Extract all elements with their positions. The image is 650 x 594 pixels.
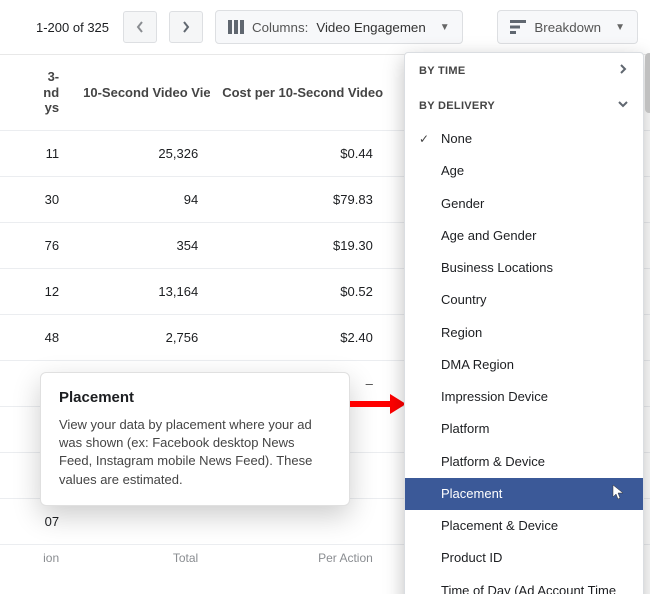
columns-dropdown-button[interactable]: Columns: Video Engagemen ▼ xyxy=(215,10,463,44)
dropdown-item[interactable]: ✓ None xyxy=(405,123,643,155)
table-cell: 30 xyxy=(0,176,71,222)
dropdown-item[interactable]: Platform & Device xyxy=(405,446,643,478)
pagination-range: 1-200 of 325 xyxy=(12,20,109,35)
breakdown-label: Breakdown xyxy=(534,20,601,35)
dropdown-item-label: Age xyxy=(441,163,464,179)
dropdown-item[interactable]: Placement & Device xyxy=(405,510,643,542)
dropdown-section-title: BY DELIVERY xyxy=(419,100,495,112)
columns-label: Columns: xyxy=(252,20,308,35)
table-cell: 25,326 xyxy=(71,130,210,176)
column-header[interactable]: Cost per 10-Second Video View xyxy=(210,55,385,130)
chevron-right-icon xyxy=(182,21,190,33)
caret-down-icon: ▼ xyxy=(615,22,625,33)
dropdown-item[interactable]: Placement xyxy=(405,478,643,510)
dropdown-item-label: Impression Device xyxy=(441,389,548,405)
dropdown-item-label: Region xyxy=(441,325,482,341)
breakdown-dropdown-button[interactable]: Breakdown ▼ xyxy=(497,10,638,44)
table-cell: 76 xyxy=(0,222,71,268)
table-cell: 354 xyxy=(71,222,210,268)
dropdown-item-label: Placement & Device xyxy=(441,518,558,534)
dropdown-item[interactable]: Age and Gender xyxy=(405,220,643,252)
breakdown-icon xyxy=(510,20,526,34)
table-footer-cell: Per Action xyxy=(210,544,385,579)
table-cell: $79.83 xyxy=(210,176,385,222)
dropdown-item[interactable]: Impression Device xyxy=(405,381,643,413)
dropdown-item-label: Country xyxy=(441,292,487,308)
cursor-icon xyxy=(611,484,625,504)
table-cell: $2.40 xyxy=(210,314,385,360)
table-cell: $19.30 xyxy=(210,222,385,268)
table-cell: 48 xyxy=(0,314,71,360)
dropdown-item[interactable]: Time of Day (Ad Account Time Zone) xyxy=(405,575,643,594)
table-cell: 13,164 xyxy=(71,268,210,314)
dropdown-item-label: None xyxy=(441,131,472,147)
table-cell: $0.52 xyxy=(210,268,385,314)
breakdown-dropdown-menu: BY TIME BY DELIVERY ✓ None Age Gender Age and … xyxy=(404,52,644,594)
dropdown-section-header[interactable]: BY DELIVERY xyxy=(405,88,643,123)
dropdown-item[interactable]: Platform xyxy=(405,413,643,445)
dropdown-section-header[interactable]: BY TIME xyxy=(405,53,643,88)
dropdown-item[interactable]: Country xyxy=(405,284,643,316)
dropdown-section-title: BY TIME xyxy=(419,65,466,77)
table-footer-cell: Total xyxy=(71,544,210,579)
annotation-arrow xyxy=(350,392,406,419)
table-cell: 12 xyxy=(0,268,71,314)
table-cell: 11 xyxy=(0,130,71,176)
columns-value: Video Engagemen xyxy=(316,20,425,35)
dropdown-item-label: Platform xyxy=(441,421,489,437)
toolbar: 1-200 of 325 Columns: Video Engagemen ▼ … xyxy=(0,0,650,55)
dropdown-item[interactable]: Age xyxy=(405,155,643,187)
dropdown-item-label: Platform & Device xyxy=(441,454,545,470)
dropdown-item[interactable]: Region xyxy=(405,317,643,349)
dropdown-item-label: Product ID xyxy=(441,550,502,566)
table-cell: 94 xyxy=(71,176,210,222)
dropdown-item-label: Age and Gender xyxy=(441,228,536,244)
dropdown-scrollbar[interactable] xyxy=(645,53,650,113)
check-icon: ✓ xyxy=(419,132,429,147)
dropdown-item[interactable]: DMA Region xyxy=(405,349,643,381)
chevron-right-icon xyxy=(617,63,629,78)
tooltip-title: Placement xyxy=(59,389,331,406)
next-page-button[interactable] xyxy=(169,11,203,43)
columns-icon xyxy=(228,20,244,34)
dropdown-item-label: Placement xyxy=(441,486,502,502)
prev-page-button[interactable] xyxy=(123,11,157,43)
placement-tooltip: Placement View your data by placement wh… xyxy=(40,372,350,506)
dropdown-item-label: Gender xyxy=(441,196,484,212)
dropdown-item[interactable]: Product ID xyxy=(405,542,643,574)
column-header[interactable]: 10-Second Video Views xyxy=(71,55,210,130)
dropdown-item-label: Time of Day (Ad Account Time Zone) xyxy=(441,583,629,594)
tooltip-body: View your data by placement where your a… xyxy=(59,416,331,489)
column-header[interactable]: 3-ndys xyxy=(0,55,71,130)
table-footer-cell: ion xyxy=(0,544,71,579)
table-cell: $0.44 xyxy=(210,130,385,176)
dropdown-item-label: Business Locations xyxy=(441,260,553,276)
chevron-left-icon xyxy=(136,21,144,33)
chevron-down-icon xyxy=(617,98,629,113)
table-cell: 2,756 xyxy=(71,314,210,360)
dropdown-item-label: DMA Region xyxy=(441,357,514,373)
dropdown-item[interactable]: Gender xyxy=(405,188,643,220)
caret-down-icon: ▼ xyxy=(440,22,450,33)
dropdown-item[interactable]: Business Locations xyxy=(405,252,643,284)
